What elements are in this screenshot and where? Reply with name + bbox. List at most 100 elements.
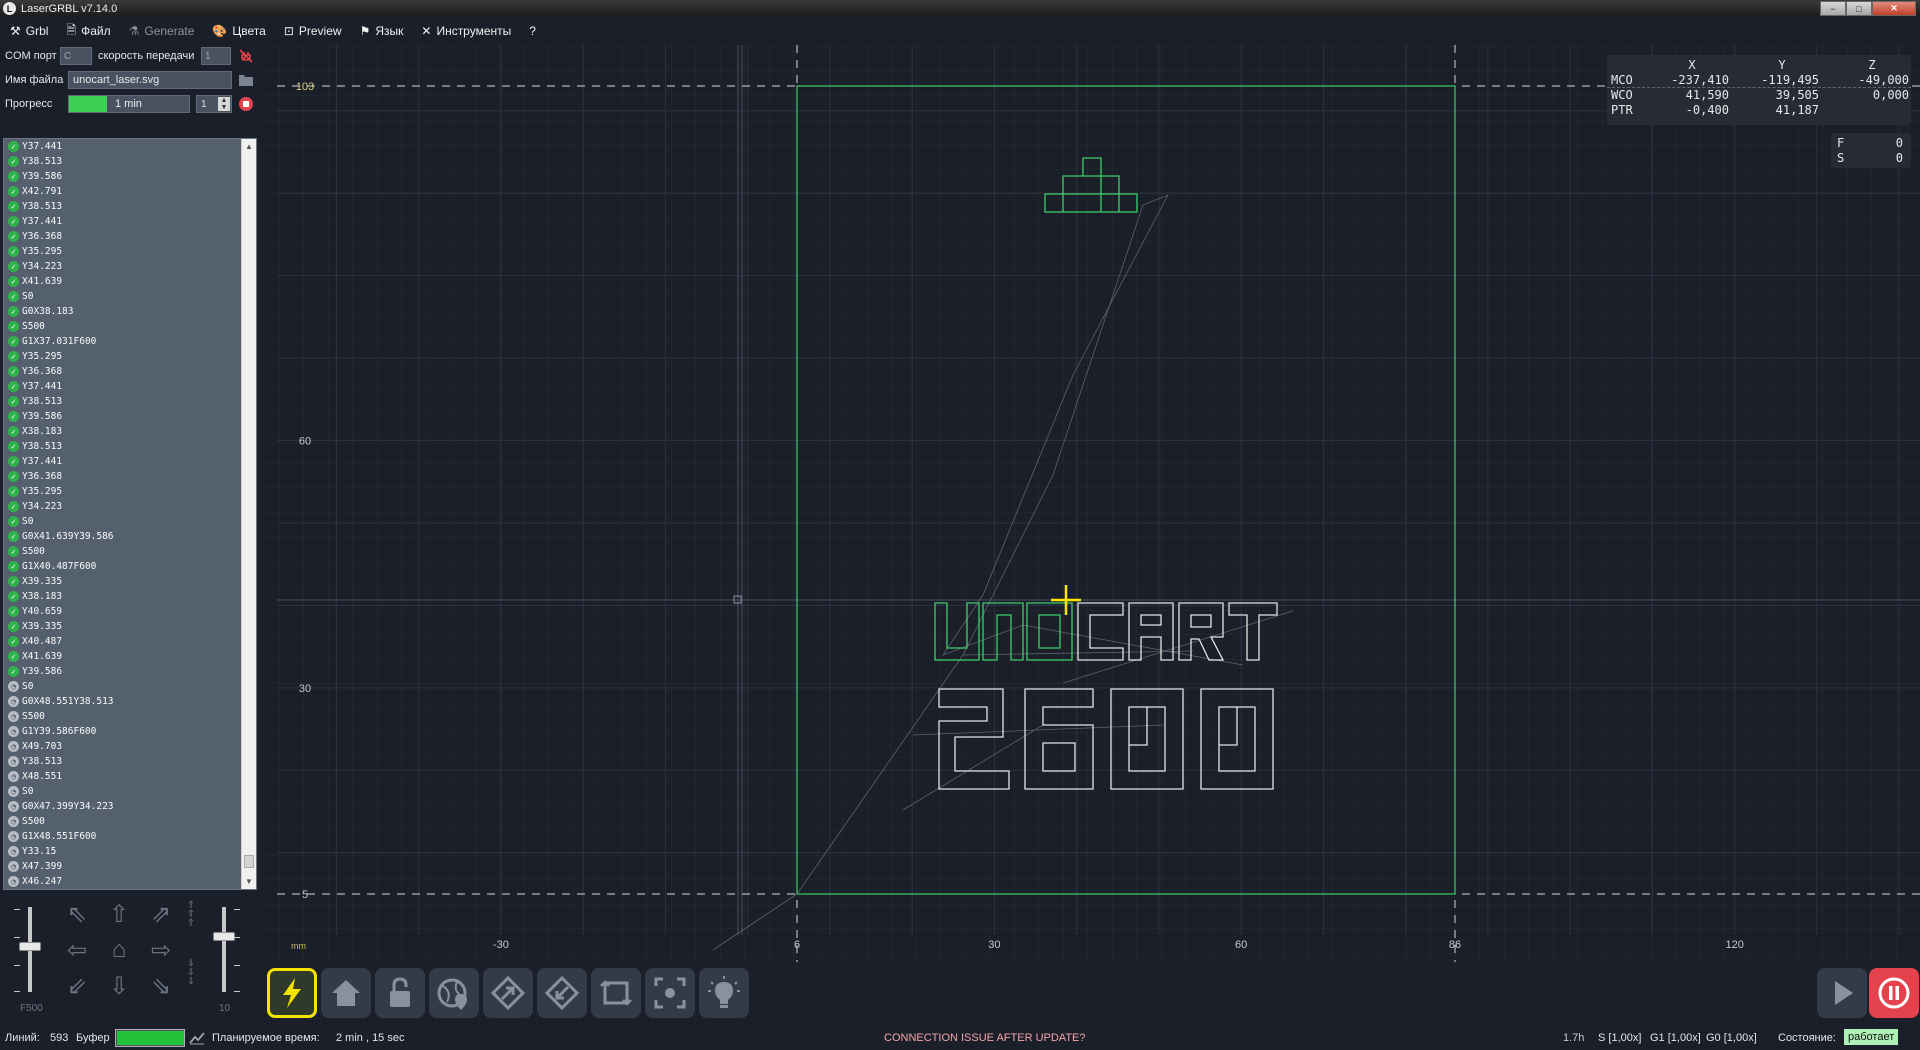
com-port-select[interactable]: C xyxy=(60,47,92,65)
gcode-scrollbar[interactable]: ▲ ▼ xyxy=(241,139,256,889)
gcode-line[interactable]: ◔ G0X48.551Y38.513 xyxy=(4,694,242,709)
menu-colors[interactable]: 🎨 Цвета xyxy=(212,24,265,38)
gcode-line[interactable]: ✓ X39.335 xyxy=(4,574,242,589)
gcode-line[interactable]: ◔ S0 xyxy=(4,784,242,799)
minimize-button[interactable]: − xyxy=(1820,1,1846,16)
jog-home-icon[interactable]: ⌂ xyxy=(104,935,134,965)
jog-nw-icon[interactable]: ⇖ xyxy=(62,899,92,929)
gcode-line[interactable]: ✓ Y36.368 xyxy=(4,469,242,484)
gcode-line[interactable]: ◔ G1Y39.586F600 xyxy=(4,724,242,739)
gcode-line[interactable]: ✓ Y39.586 xyxy=(4,664,242,679)
jog-e-icon[interactable]: ⇨ xyxy=(146,935,176,965)
gcode-line[interactable]: ◔ Y38.513 xyxy=(4,754,242,769)
gcode-line[interactable]: ✓ Y39.586 xyxy=(4,169,242,184)
jog-z-down-icon[interactable]: ⇓ ⇓ ⇓ xyxy=(184,959,198,987)
menu-generate[interactable]: ⚗ Generate xyxy=(129,24,195,38)
gcode-line[interactable]: ✓ Y35.295 xyxy=(4,349,242,364)
file-name-field[interactable]: unocart_laser.svg xyxy=(68,71,232,89)
scroll-down-icon[interactable]: ▼ xyxy=(242,874,256,889)
gcode-line[interactable]: ◔ X48.551 xyxy=(4,769,242,784)
scroll-thumb[interactable] xyxy=(244,855,254,868)
gcode-line[interactable]: ✓ G1X40.487F600 xyxy=(4,559,242,574)
gcode-line[interactable]: ◔ S0 xyxy=(4,679,242,694)
gcode-line[interactable]: ✓ S0 xyxy=(4,514,242,529)
stop-icon[interactable] xyxy=(239,97,253,111)
laser-light-button[interactable] xyxy=(699,968,749,1018)
gcode-line[interactable]: ✓ Y35.295 xyxy=(4,244,242,259)
preview-canvas[interactable]: -30 6 30 60 86 120 103 60 30 5 mm xyxy=(263,45,1920,962)
close-button[interactable]: ✕ xyxy=(1872,1,1916,16)
gcode-line[interactable]: ✓ Y38.513 xyxy=(4,199,242,214)
jog-n-icon[interactable]: ⇧ xyxy=(104,899,134,929)
step-slider-thumb[interactable] xyxy=(213,932,235,941)
gcode-line[interactable]: ✓ Y36.368 xyxy=(4,364,242,379)
gcode-line[interactable]: ✓ Y34.223 xyxy=(4,499,242,514)
gcode-line[interactable]: ✓ S500 xyxy=(4,544,242,559)
globe-pin-button[interactable] xyxy=(429,968,479,1018)
pause-button[interactable] xyxy=(1869,968,1919,1018)
gcode-line[interactable]: ✓ G0X41.639Y39.586 xyxy=(4,529,242,544)
connection-issue-link[interactable]: CONNECTION ISSUE AFTER UPDATE? xyxy=(884,1032,1086,1044)
center-button[interactable] xyxy=(645,968,695,1018)
copies-stepper[interactable]: 1 ▲ ▼ xyxy=(196,95,232,113)
gcode-line[interactable]: ◔ G1X48.551F600 xyxy=(4,829,242,844)
gcode-line[interactable]: ◔ Y33.15 xyxy=(4,844,242,859)
gcode-line[interactable]: ✓ G0X38.183 xyxy=(4,304,242,319)
gcode-line[interactable]: ✓ Y38.513 xyxy=(4,394,242,409)
gcode-line[interactable]: ✓ Y37.441 xyxy=(4,379,242,394)
g0-override[interactable]: G0 [1,00x] xyxy=(1706,1032,1757,1044)
gcode-line[interactable]: ✓ Y36.368 xyxy=(4,229,242,244)
gcode-line[interactable]: ✓ Y38.513 xyxy=(4,439,242,454)
gcode-line[interactable]: ✓ Y39.586 xyxy=(4,409,242,424)
gcode-line[interactable]: ◔ X47.399 xyxy=(4,859,242,874)
gcode-line[interactable]: ✓ X40.487 xyxy=(4,634,242,649)
gcode-line[interactable]: ◔ S500 xyxy=(4,814,242,829)
maximize-button[interactable]: □ xyxy=(1846,1,1872,16)
gcode-line[interactable]: ✓ X38.183 xyxy=(4,424,242,439)
menu-file[interactable]: 🗎 Файл xyxy=(66,21,110,42)
frame-button[interactable] xyxy=(591,968,641,1018)
resume-button[interactable] xyxy=(1817,968,1867,1018)
home-button[interactable] xyxy=(321,968,371,1018)
feed-slider-thumb[interactable] xyxy=(19,942,41,951)
jog-w-icon[interactable]: ⇦ xyxy=(62,935,92,965)
gcode-line[interactable]: ✓ Y34.223 xyxy=(4,259,242,274)
gcode-line[interactable]: ◔ X49.703 xyxy=(4,739,242,754)
goto-button[interactable] xyxy=(483,968,533,1018)
s-override[interactable]: S [1,00x] xyxy=(1598,1032,1641,1044)
gcode-line[interactable]: ✓ Y35.295 xyxy=(4,484,242,499)
gcode-line[interactable]: ✓ Y40.659 xyxy=(4,604,242,619)
menu-help[interactable]: ? xyxy=(529,24,536,38)
menu-tools[interactable]: ✕ Инструменты xyxy=(421,24,511,38)
gcode-line[interactable]: ✓ X38.183 xyxy=(4,589,242,604)
gcode-line[interactable]: ✓ Y37.441 xyxy=(4,454,242,469)
preview-svg[interactable]: -30 6 30 60 86 120 103 60 30 5 mm xyxy=(263,45,1920,962)
gcode-line[interactable]: ✓ Y37.441 xyxy=(4,139,242,154)
folder-open-icon[interactable] xyxy=(239,74,254,86)
jog-z-up-icon[interactable]: ⇑ ⇑ ⇑ xyxy=(184,901,198,929)
gcode-line[interactable]: ✓ X41.639 xyxy=(4,274,242,289)
return-button[interactable] xyxy=(537,968,587,1018)
gcode-line[interactable]: ✓ X39.335 xyxy=(4,619,242,634)
gcode-line[interactable]: ✓ X41.639 xyxy=(4,649,242,664)
gcode-line[interactable]: ◔ S500 xyxy=(4,709,242,724)
gcode-line[interactable]: ✓ G1X37.031F600 xyxy=(4,334,242,349)
gcode-line[interactable]: ✓ X42.791 xyxy=(4,184,242,199)
gcode-line[interactable]: ◔ G0X47.399Y34.223 xyxy=(4,799,242,814)
gcode-line[interactable]: ✓ Y37.441 xyxy=(4,214,242,229)
g1-override[interactable]: G1 [1,00x] xyxy=(1650,1032,1701,1044)
gcode-line[interactable]: ✓ S0 xyxy=(4,289,242,304)
stepper-arrows-icon[interactable]: ▲ ▼ xyxy=(218,97,230,111)
menu-language[interactable]: ⚑ Язык xyxy=(360,24,404,38)
jog-ne-icon[interactable]: ⇗ xyxy=(146,899,176,929)
disconnected-plug-icon[interactable] xyxy=(238,48,254,64)
baud-rate-select[interactable]: 1 xyxy=(201,47,231,65)
connect-button[interactable] xyxy=(267,968,317,1018)
jog-sw-icon[interactable]: ⇙ xyxy=(62,971,92,1001)
scroll-up-icon[interactable]: ▲ xyxy=(242,139,256,154)
jog-se-icon[interactable]: ⇘ xyxy=(146,971,176,1001)
gcode-list[interactable]: ✓ Y37.441 ✓ Y38.513 ✓ Y39.586 ✓ X42.791 ✓ Y38.513… xyxy=(3,138,257,890)
menu-grbl[interactable]: ⚒ Grbl xyxy=(10,24,48,38)
unlock-button[interactable] xyxy=(375,968,425,1018)
menu-preview[interactable]: ⊡ Preview xyxy=(284,24,342,38)
